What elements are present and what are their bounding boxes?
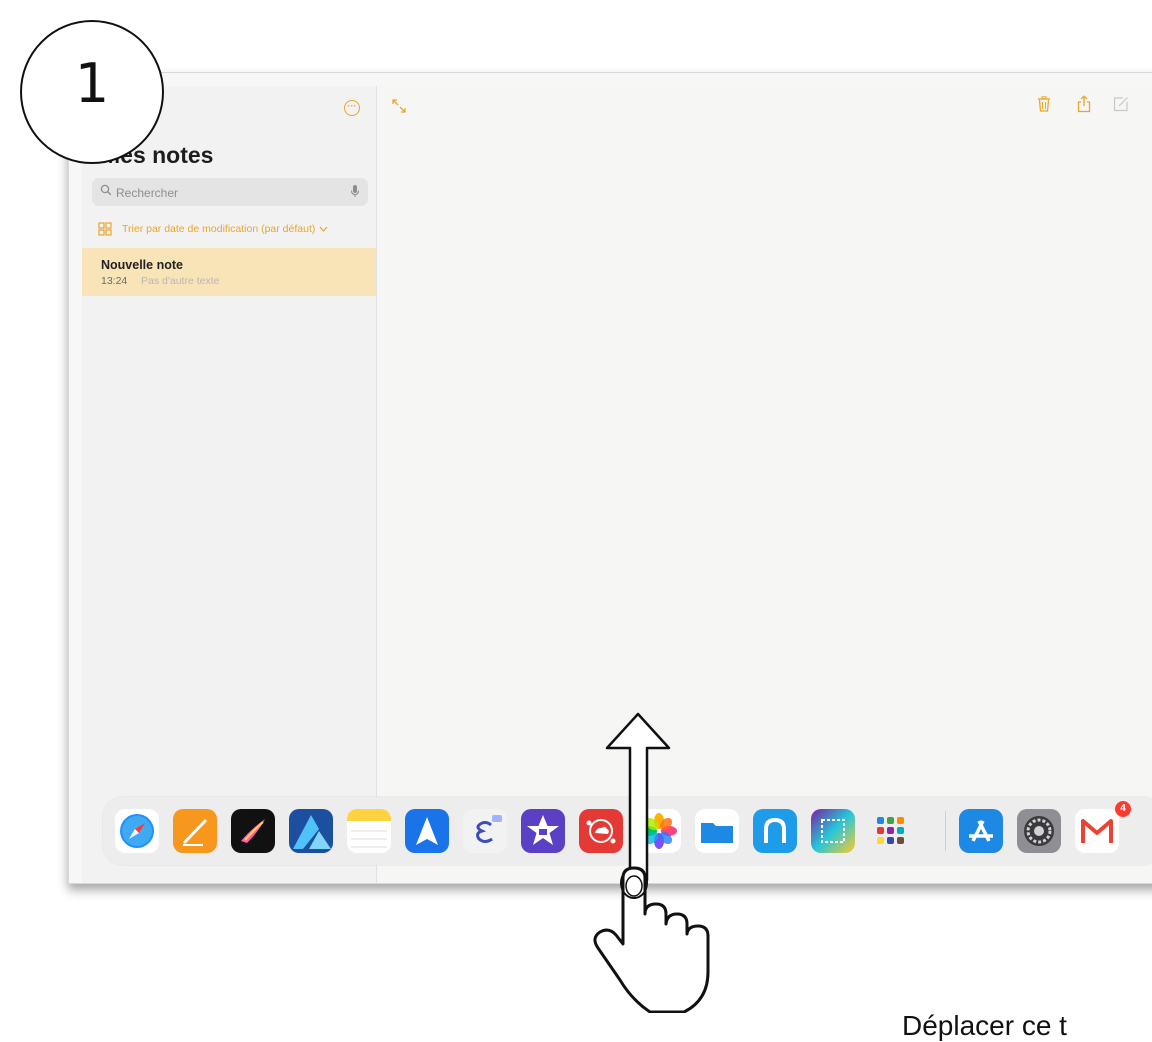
instruction-caption: Déplacer ce t	[902, 1010, 1067, 1041]
hand-pointer-icon	[593, 866, 710, 1013]
arrow-up-icon	[605, 712, 671, 882]
swipe-up-gesture	[593, 712, 710, 1013]
